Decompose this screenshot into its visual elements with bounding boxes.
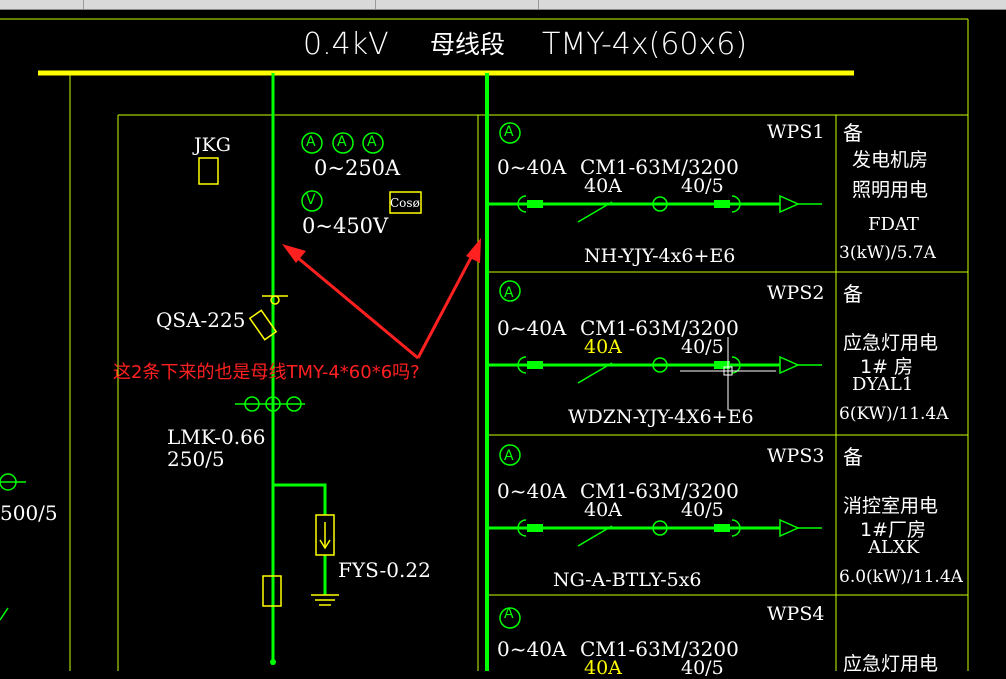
feeder-ct-ratio: 40/5: [681, 175, 724, 197]
feeder-id: WPS1: [767, 121, 825, 143]
feeder-fuse-block: [527, 361, 543, 369]
feeder-breaker: CM1-63M/3200: [580, 316, 739, 340]
feeder-meter-range: 0~40A: [497, 316, 567, 340]
feeder-code: ALXK: [868, 537, 920, 558]
jkg-box: [198, 157, 219, 185]
feeder-ammeter-icon: A: [504, 285, 514, 301]
feeder-code: FDAT: [868, 214, 919, 235]
frame-lines: [0, 18, 969, 671]
feeder-breaker: CM1-63M/3200: [580, 155, 739, 179]
feeder-purpose-1: 应急灯用电: [843, 332, 939, 354]
feeder-purpose-1: 发电机房: [852, 149, 929, 171]
feeder-ammeter-icon: A: [504, 606, 514, 622]
feeder-purpose-2: 照明用电: [852, 179, 929, 201]
feeder-ammeter-icon: A: [504, 448, 514, 464]
bus-type-label: TMY-4x(60x6): [542, 27, 748, 62]
feeder-cable: WDZN-YJY-4X6+E6: [568, 406, 754, 428]
ammeter-c-icon: A: [367, 134, 377, 150]
feeder-breaker: CM1-63M/3200: [580, 637, 739, 661]
line-end-dot: [270, 659, 276, 665]
ammeter-a-icon: A: [306, 134, 316, 150]
feeder-status: 备: [843, 445, 863, 469]
bus-voltage: 0.4kV: [303, 27, 389, 62]
feeder-cable: NH-YJY-4x6+E6: [584, 245, 736, 267]
incoming-breaker-symbol: [248, 295, 288, 341]
feeder-rating: 40A: [584, 175, 622, 197]
feeder-fuse-block: [714, 524, 730, 532]
feeder-load: 3(kW)/5.7A: [839, 243, 936, 263]
ammeter-b-icon: A: [337, 134, 347, 150]
feeder-code: DYAL1: [852, 374, 914, 395]
feeder-rating: 40A: [584, 657, 622, 679]
cad-drawing-canvas[interactable]: 0.4kV 母线段 TMY-4x(60x6) JKG A A A 0~250A …: [0, 0, 1006, 678]
feeder-ct-ratio: 40/5: [681, 336, 724, 358]
feeder-meter-range: 0~40A: [497, 479, 567, 503]
feeder-arrow-icon: [779, 355, 800, 375]
feeder-load: 6(KW)/11.4A: [839, 404, 949, 424]
feeder-arrow-icon: [779, 518, 800, 538]
annotation-question: 这2条下来的也是母线TMY-4*60*6吗?: [113, 362, 420, 383]
feeder-breaker: CM1-63M/3200: [580, 479, 739, 503]
feeder-meter-range: 0~40A: [497, 637, 567, 661]
feeder-id: WPS4: [767, 603, 825, 625]
feeder-arrow-icon: [779, 194, 800, 214]
ammeter-range: 0~250A: [314, 156, 401, 180]
ct-label: LMK-0.66: [167, 425, 266, 449]
incoming-ct-rings: [235, 396, 305, 412]
feeder-ammeter-icon: A: [504, 124, 514, 140]
feeder-meter-range: 0~40A: [497, 155, 567, 179]
left-edge-ratio: 500/5: [0, 501, 58, 525]
voltmeter-icon: V: [306, 192, 316, 208]
feeder-id: WPS3: [767, 445, 825, 467]
feeder-ct-ratio: 40/5: [681, 499, 724, 521]
bus-section-label: 母线段: [430, 30, 506, 59]
feeder-purpose-1: 应急灯用电: [843, 653, 939, 675]
left-edge-ct: [0, 473, 26, 621]
surge-label: FYS-0.22: [338, 558, 431, 582]
feeder-fuse-block: [527, 200, 543, 208]
breaker-label: QSA-225: [156, 308, 246, 332]
feeder-id: WPS2: [767, 282, 825, 304]
feeder-fuse-block: [527, 524, 543, 532]
feeder-fuse-block: [714, 200, 730, 208]
voltmeter-range: 0~450V: [302, 214, 389, 238]
feeder-load: 6.0(kW)/11.4A: [839, 567, 963, 587]
feeder-rating: 40A: [584, 499, 622, 521]
jkg-label: JKG: [194, 134, 231, 156]
feeder-cable: NG-A-BTLY-5x6: [553, 569, 702, 591]
feeder-ct-ratio: 40/5: [681, 657, 724, 679]
annotation-arrows: [282, 238, 481, 360]
feeder-rating: 40A: [584, 336, 622, 358]
feeder-purpose-1: 消控室用电: [843, 495, 939, 517]
ct-ratio: 250/5: [167, 447, 225, 471]
feeder-status: 备: [843, 282, 863, 306]
cosphi-label: Cosø: [390, 196, 420, 210]
feeder-status: 备: [843, 121, 863, 145]
